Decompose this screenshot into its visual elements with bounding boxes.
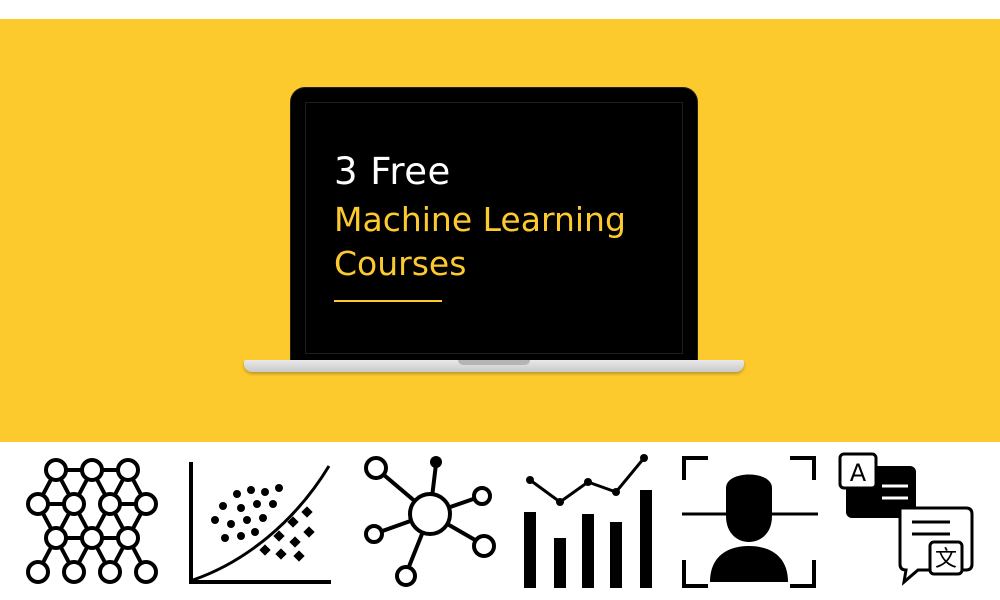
hero-title-line2: Machine Learning <box>334 200 626 239</box>
scatter-plot-icon <box>189 462 331 584</box>
laptop-screen: 3 Free Machine Learning Courses <box>291 88 697 362</box>
letter-a-glyph: A <box>850 459 867 487</box>
translation-icon: A 文 <box>838 452 974 586</box>
hero-title-line1: 3 Free <box>334 150 451 193</box>
title-underline <box>334 300 442 302</box>
letter-wen-glyph: 文 <box>935 547 957 572</box>
laptop-base <box>244 360 744 372</box>
neural-network-icon <box>26 458 158 584</box>
face-recognition-icon <box>682 456 818 588</box>
network-node-icon <box>364 456 496 587</box>
hero-title-line3: Courses <box>334 244 467 283</box>
bar-line-chart-icon <box>524 454 652 588</box>
laptop-notch <box>458 360 530 365</box>
